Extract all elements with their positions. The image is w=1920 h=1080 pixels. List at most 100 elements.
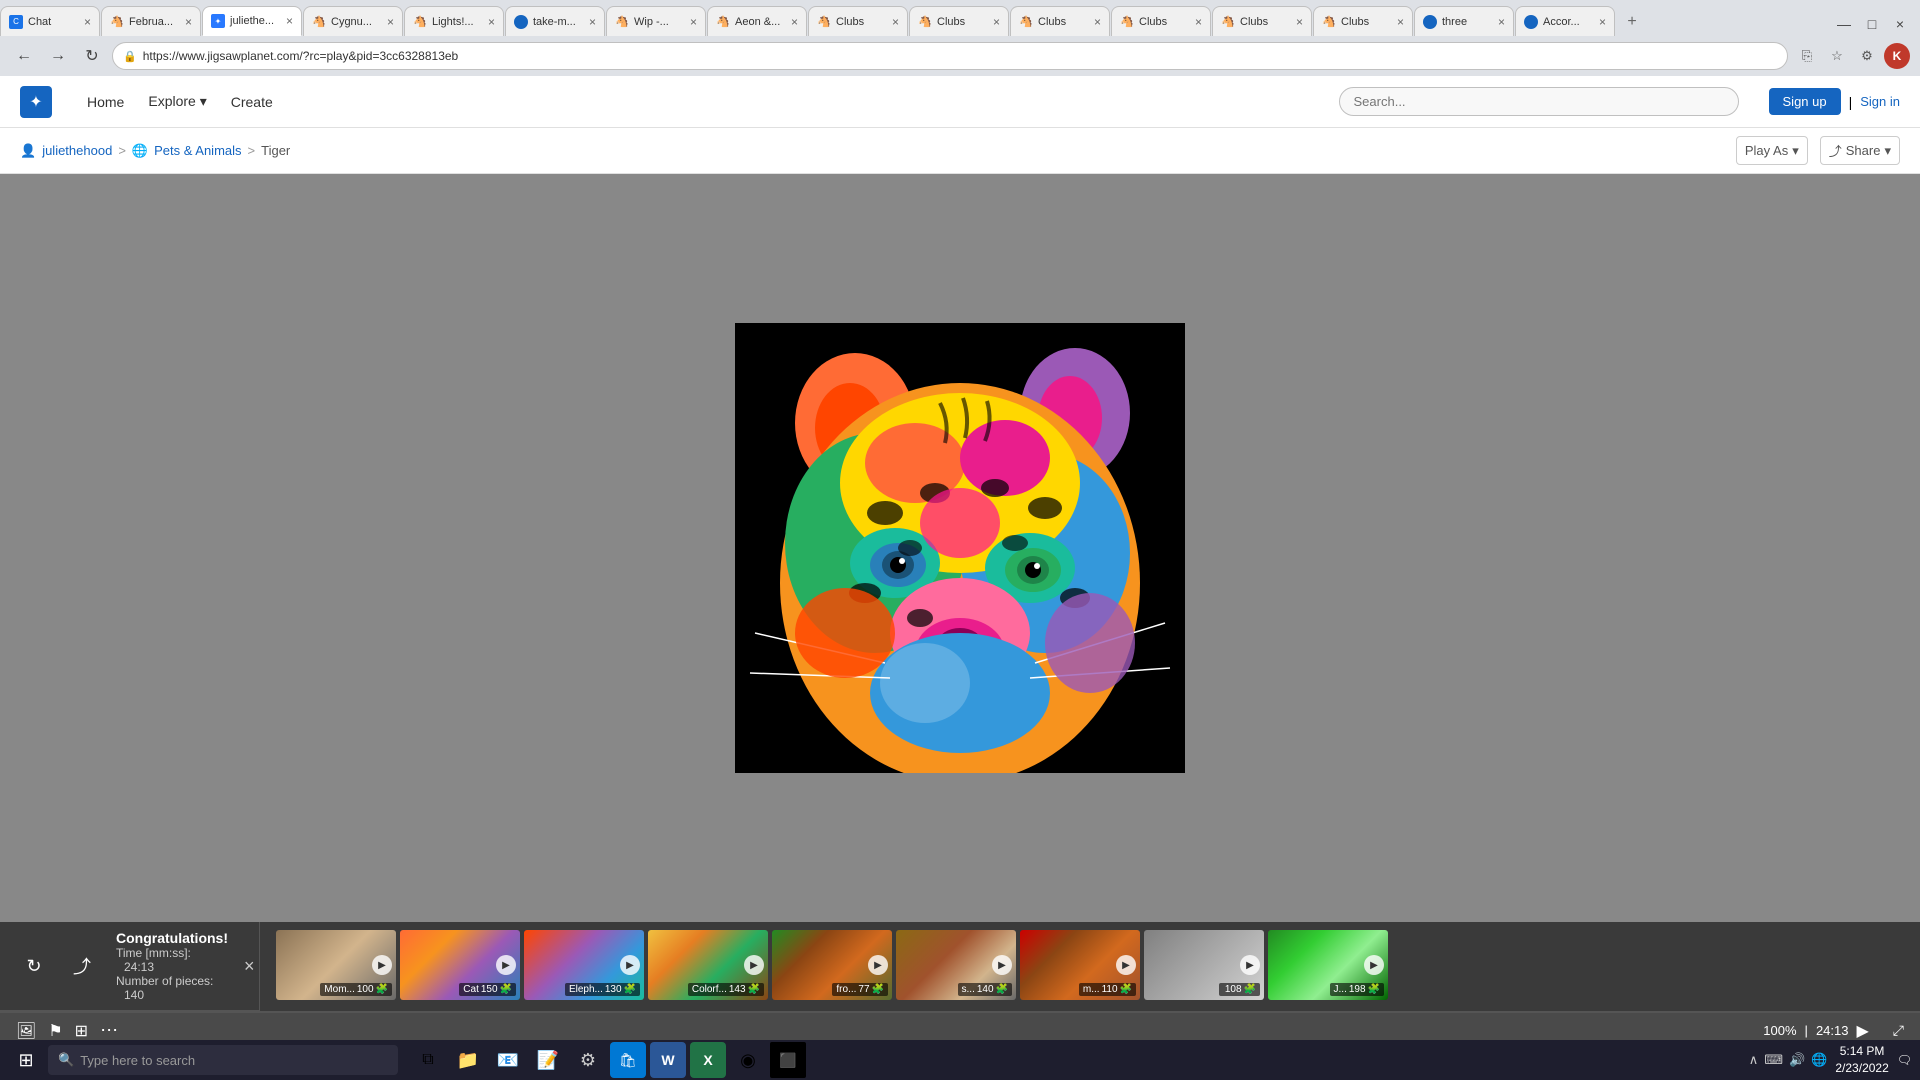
notifications-icon[interactable]: 🗨	[1897, 1053, 1912, 1067]
tab-accord[interactable]: Accor... ×	[1515, 6, 1615, 36]
carousel-item-0[interactable]: ▶ Mom... 100 🧩	[276, 930, 396, 1000]
signup-button[interactable]: Sign up	[1769, 88, 1841, 115]
outlook-button[interactable]: 📧	[490, 1042, 526, 1078]
nav-home[interactable]: Home	[77, 88, 134, 116]
tab-add-button[interactable]: +	[1618, 8, 1646, 36]
url-bar[interactable]: 🔒 https://www.jigsawplanet.com/?rc=play&…	[112, 42, 1788, 70]
search-input[interactable]	[1339, 87, 1739, 116]
play-pause-button[interactable]: ▶	[1856, 1021, 1868, 1041]
tab-close-clubs5[interactable]: ×	[1292, 15, 1303, 29]
close-button[interactable]: ×	[1888, 12, 1912, 36]
tab-wip[interactable]: 🐴 Wip -... ×	[606, 6, 706, 36]
cast-button[interactable]: ⎘	[1794, 43, 1820, 69]
play-as-button[interactable]: Play As ▾	[1736, 136, 1808, 165]
volume-icon[interactable]: 🔊	[1789, 1052, 1805, 1068]
tab-close-clubs1[interactable]: ×	[888, 15, 899, 29]
chrome-button[interactable]: ◉	[730, 1042, 766, 1078]
tab-close-three[interactable]: ×	[1494, 15, 1505, 29]
tab-close-aeon[interactable]: ×	[787, 15, 798, 29]
breadcrumb-puzzle-title: Tiger	[261, 143, 290, 158]
share-action-icon[interactable]: ⤴	[64, 948, 100, 984]
tab-close-cygnus[interactable]: ×	[383, 15, 394, 29]
tab-clubs6[interactable]: 🐴 Clubs ×	[1313, 6, 1413, 36]
carousel-item-8[interactable]: ▶ J... 198 🧩	[1268, 930, 1388, 1000]
tab-close-take-m[interactable]: ×	[585, 15, 596, 29]
carousel-item-1[interactable]: ▶ Cat 150 🧩	[400, 930, 520, 1000]
site-logo[interactable]: ✦	[20, 86, 52, 118]
tab-clubs2[interactable]: 🐴 Clubs ×	[909, 6, 1009, 36]
grid-tool-button[interactable]: ⊞	[75, 1021, 88, 1041]
thumb-play-6[interactable]: ▶	[1116, 955, 1136, 975]
tab-close-juliethehood[interactable]: ×	[282, 14, 293, 28]
tab-close-clubs2[interactable]: ×	[989, 15, 1000, 29]
sticky-notes-button[interactable]: 📝	[530, 1042, 566, 1078]
extensions-button[interactable]: ⚙	[1854, 43, 1880, 69]
forward-button[interactable]: →	[44, 42, 72, 70]
photo-tool-button[interactable]: 🖼	[16, 1021, 36, 1041]
tab-close-lights[interactable]: ×	[484, 15, 495, 29]
reload-button[interactable]: ↻	[78, 42, 106, 70]
taskbar-search[interactable]: 🔍 Type here to search	[48, 1045, 398, 1075]
excel-button[interactable]: X	[690, 1042, 726, 1078]
carousel-item-6[interactable]: ▶ m... 110 🧩	[1020, 930, 1140, 1000]
refresh-icon[interactable]: ↻	[16, 948, 52, 984]
tab-clubs1[interactable]: 🐴 Clubs ×	[808, 6, 908, 36]
tab-february[interactable]: 🐴 Februa... ×	[101, 6, 201, 36]
nav-create[interactable]: Create	[221, 88, 283, 116]
thumb-play-3[interactable]: ▶	[744, 955, 764, 975]
carousel-item-5[interactable]: ▶ s... 140 🧩	[896, 930, 1016, 1000]
tab-close-clubs3[interactable]: ×	[1090, 15, 1101, 29]
breadcrumb-category[interactable]: Pets & Animals	[154, 143, 241, 158]
restore-button[interactable]: □	[1860, 12, 1884, 36]
file-explorer-button[interactable]: 📁	[450, 1042, 486, 1078]
thumb-play-0[interactable]: ▶	[372, 955, 392, 975]
share-button[interactable]: ⤴ Share ▾	[1820, 136, 1900, 165]
start-button[interactable]: ⊞	[8, 1042, 44, 1078]
thumb-play-1[interactable]: ▶	[496, 955, 516, 975]
thumb-play-8[interactable]: ▶	[1364, 955, 1384, 975]
close-panel-button[interactable]: ×	[244, 956, 255, 977]
nav-explore[interactable]: Explore ▾	[138, 87, 216, 116]
tab-close-clubs4[interactable]: ×	[1191, 15, 1202, 29]
tab-cygnus[interactable]: 🐴 Cygnu... ×	[303, 6, 403, 36]
tab-aeon[interactable]: 🐴 Aeon &... ×	[707, 6, 807, 36]
carousel-item-2[interactable]: ▶ Eleph... 130 🧩	[524, 930, 644, 1000]
task-view-button[interactable]: ⧉	[410, 1042, 446, 1078]
carousel-item-4[interactable]: ▶ fro... 77 🧩	[772, 930, 892, 1000]
tab-take-m[interactable]: take-m... ×	[505, 6, 605, 36]
word-button[interactable]: W	[650, 1042, 686, 1078]
profile-button[interactable]: K	[1884, 43, 1910, 69]
store-button[interactable]: 🛍	[610, 1042, 646, 1078]
tab-chat[interactable]: C Chat ×	[0, 6, 100, 36]
tab-close-february[interactable]: ×	[181, 15, 192, 29]
terminal-button[interactable]: ⬛	[770, 1042, 806, 1078]
bookmark-button[interactable]: ☆	[1824, 43, 1850, 69]
minimize-button[interactable]: —	[1832, 12, 1856, 36]
tab-three[interactable]: three ×	[1414, 6, 1514, 36]
tab-lights[interactable]: 🐴 Lights!... ×	[404, 6, 504, 36]
tab-clubs3[interactable]: 🐴 Clubs ×	[1010, 6, 1110, 36]
tab-close-clubs6[interactable]: ×	[1393, 15, 1404, 29]
thumb-play-7[interactable]: ▶	[1240, 955, 1260, 975]
signin-button[interactable]: Sign in	[1860, 94, 1900, 109]
thumb-play-2[interactable]: ▶	[620, 955, 640, 975]
chevron-up-icon[interactable]: ∧	[1749, 1052, 1759, 1068]
carousel-item-7[interactable]: ▶ 108 🧩	[1144, 930, 1264, 1000]
thumb-play-4[interactable]: ▶	[868, 955, 888, 975]
more-tools-button[interactable]: ⋯	[100, 1020, 118, 1041]
flag-tool-button[interactable]: ⚑	[48, 1021, 62, 1041]
settings-button[interactable]: ⚙	[570, 1042, 606, 1078]
carousel-item-3[interactable]: ▶ Colorf... 143 🧩	[648, 930, 768, 1000]
network-icon[interactable]: 🌐	[1811, 1052, 1827, 1068]
thumb-play-5[interactable]: ▶	[992, 955, 1012, 975]
tab-clubs4[interactable]: 🐴 Clubs ×	[1111, 6, 1211, 36]
tab-close-accord[interactable]: ×	[1595, 15, 1606, 29]
tab-juliethehood[interactable]: ✦ juliethe... ×	[202, 6, 302, 36]
expand-button[interactable]: ⤢	[1893, 1022, 1904, 1039]
tab-close-chat[interactable]: ×	[80, 15, 91, 29]
breadcrumb-user[interactable]: juliethehood	[42, 143, 112, 158]
tab-clubs5[interactable]: 🐴 Clubs ×	[1212, 6, 1312, 36]
back-button[interactable]: ←	[10, 42, 38, 70]
tab-close-wip[interactable]: ×	[686, 15, 697, 29]
system-clock[interactable]: 5:14 PM 2/23/2022	[1835, 1043, 1888, 1077]
